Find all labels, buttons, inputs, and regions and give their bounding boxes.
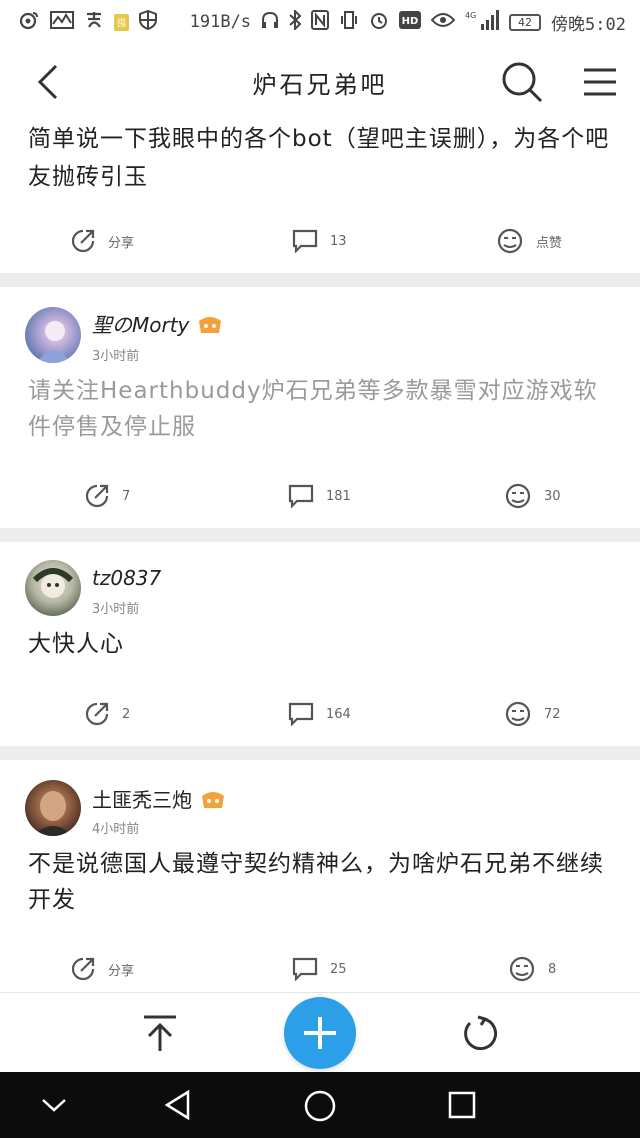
plus-icon — [304, 1017, 336, 1049]
comment-count: 181 — [326, 488, 351, 504]
status-time: 傍晚5:02 — [551, 14, 626, 35]
system-nav-bar — [0, 1072, 640, 1138]
nav-bar: 炉石兄弟吧 — [0, 44, 640, 120]
like-button[interactable]: 8 — [508, 949, 556, 989]
battery-icon: 42 — [509, 13, 542, 31]
thumbs-face-icon — [509, 956, 535, 982]
post-card[interactable]: 简单说一下我眼中的各个bot（望吧主误删），为各个吧友抛砖引玉 分享 13 点赞 — [0, 120, 640, 273]
post-text: 大快人心 — [28, 631, 124, 657]
post-text: 请关注Hearthbuddy炉石兄弟等多款暴雪对应游戏软件停售及停止服 — [28, 378, 598, 440]
alipay-icon — [84, 10, 104, 35]
vibrate-icon — [339, 10, 359, 35]
back-triangle-icon[interactable] — [162, 1089, 194, 1121]
thumbs-face-icon — [497, 228, 523, 254]
author-name: 土匪秃三炮 — [92, 788, 192, 812]
weibo-icon — [18, 10, 40, 35]
share-icon — [85, 484, 109, 508]
post-author[interactable]: tz0837 — [92, 566, 161, 590]
status-bar: 囤 191B/s HD 4G 42 傍晚5:02 — [0, 0, 640, 44]
forum-title: 炉石兄弟吧 — [252, 70, 388, 99]
status-left-icons: 囤 — [18, 9, 158, 35]
share-button[interactable]: 分享 — [70, 949, 134, 989]
post-author[interactable]: 土匪秃三炮 — [92, 784, 224, 813]
comment-button[interactable]: 13 — [292, 221, 347, 261]
avatar[interactable] — [25, 307, 81, 363]
comment-icon — [292, 957, 318, 981]
bluetooth-icon — [289, 8, 302, 35]
share-count: 2 — [122, 706, 131, 722]
comment-icon — [288, 484, 314, 508]
like-label: 点赞 — [536, 235, 563, 251]
post-text: 简单说一下我眼中的各个bot（望吧主误删），为各个吧友抛砖引玉 — [28, 126, 610, 190]
like-count: 30 — [544, 488, 561, 504]
chevron-down-icon[interactable] — [40, 1092, 68, 1118]
signal-icon: 4G — [465, 9, 500, 35]
post-time: 4小时前 — [92, 822, 140, 837]
back-arrow-icon[interactable] — [30, 62, 70, 102]
share-count: 7 — [122, 488, 131, 504]
post-actions: 分享 25 8 — [0, 949, 640, 989]
comment-count: 25 — [330, 961, 347, 977]
avatar[interactable] — [25, 780, 81, 836]
bottom-toolbar — [0, 992, 640, 1072]
share-button[interactable]: 分享 — [70, 221, 134, 261]
post-card[interactable]: tz0837 3小时前 大快人心 2 164 72 — [0, 542, 640, 746]
refresh-icon[interactable] — [460, 1013, 500, 1053]
comment-icon — [292, 229, 318, 253]
badge-icon: 囤 — [114, 13, 130, 31]
share-icon — [71, 229, 95, 253]
share-label: 分享 — [108, 235, 135, 251]
comment-count: 164 — [326, 706, 351, 722]
author-name: 聖のMorty — [92, 313, 190, 337]
post-time: 3小时前 — [92, 349, 140, 364]
pulse-icon — [50, 10, 74, 34]
comment-button[interactable]: 164 — [288, 694, 351, 734]
eye-icon — [430, 12, 456, 33]
thumbs-face-icon — [505, 701, 531, 727]
level-badge-icon — [197, 315, 222, 333]
author-name: tz0837 — [92, 566, 162, 590]
shield-icon — [139, 9, 158, 35]
like-count: 8 — [548, 961, 557, 977]
home-circle-icon[interactable] — [303, 1089, 337, 1123]
post-author[interactable]: 聖のMorty — [92, 309, 222, 338]
search-icon[interactable] — [500, 60, 544, 104]
recents-square-icon[interactable] — [448, 1091, 476, 1119]
share-label: 分享 — [108, 963, 135, 979]
hd-icon: HD — [399, 10, 422, 34]
comment-icon — [288, 702, 314, 726]
thumbs-face-icon — [505, 483, 531, 509]
post-actions: 2 164 72 — [0, 694, 640, 734]
comment-button[interactable]: 181 — [288, 476, 351, 516]
like-button[interactable]: 点赞 — [496, 221, 562, 261]
level-badge-icon — [200, 790, 224, 808]
post-card[interactable]: 聖のMorty 3小时前 请关注Hearthbuddy炉石兄弟等多款暴雪对应游戏… — [0, 287, 640, 528]
new-post-button[interactable] — [284, 997, 356, 1069]
network-type: 4G — [465, 11, 476, 20]
nfc-icon — [311, 9, 330, 35]
share-icon — [85, 702, 109, 726]
post-text: 不是说德国人最遵守契约精神么，为啥炉石兄弟不继续开发 — [28, 851, 604, 913]
share-button[interactable]: 2 — [84, 694, 130, 734]
comment-count: 13 — [330, 233, 347, 249]
post-time: 3小时前 — [92, 602, 140, 617]
alarm-icon — [369, 10, 389, 35]
like-button[interactable]: 30 — [504, 476, 561, 516]
headphones-icon — [261, 11, 279, 34]
like-count: 72 — [544, 706, 561, 722]
post-card[interactable]: 土匪秃三炮 4小时前 不是说德国人最遵守契约精神么，为啥炉石兄弟不继续开发 分享… — [0, 760, 640, 992]
post-actions: 分享 13 点赞 — [0, 221, 640, 261]
like-button[interactable]: 72 — [504, 694, 561, 734]
svg-text:HD: HD — [402, 16, 419, 27]
post-actions: 7 181 30 — [0, 476, 640, 516]
scroll-to-top-icon[interactable] — [140, 1013, 180, 1053]
menu-icon[interactable] — [580, 64, 620, 100]
comment-button[interactable]: 25 — [292, 949, 347, 989]
share-icon — [71, 957, 95, 981]
avatar[interactable] — [25, 560, 81, 616]
share-button[interactable]: 7 — [84, 476, 130, 516]
network-speed: 191B/s — [189, 12, 252, 32]
status-right-icons: 191B/s HD 4G 42 傍晚5:02 — [189, 8, 626, 35]
